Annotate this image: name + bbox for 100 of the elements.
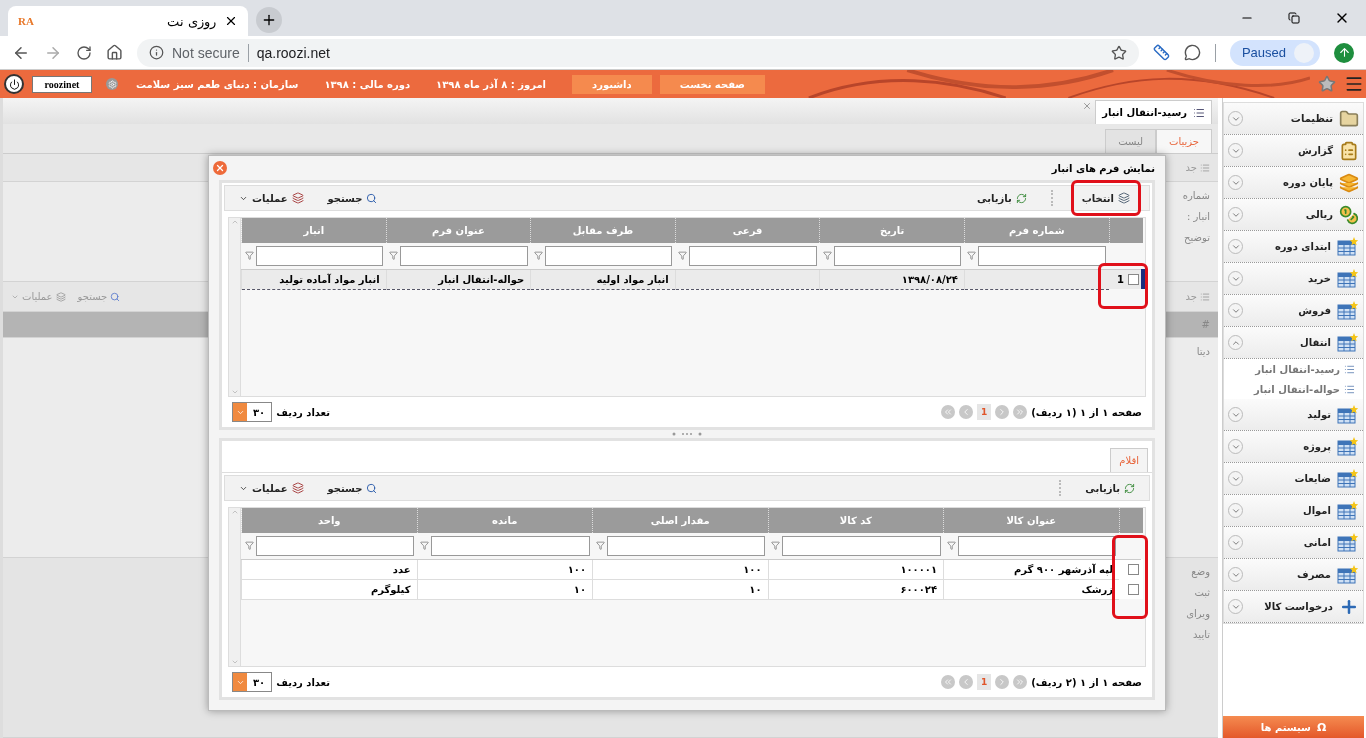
filter-icon[interactable] [533, 251, 543, 261]
plus-icon [261, 12, 277, 28]
menu-item[interactable]: تولید [1224, 399, 1363, 431]
menu-item[interactable]: ضایعات [1224, 463, 1363, 495]
menu-icon[interactable] [1344, 74, 1364, 94]
address-bar[interactable]: Not secure qa.roozi.net [137, 38, 1139, 67]
filter-field[interactable] [782, 535, 941, 556]
filter-icon[interactable] [389, 251, 399, 261]
filter-icon[interactable] [678, 251, 688, 261]
filter-icon[interactable] [244, 541, 254, 551]
profile-button[interactable]: Paused [1229, 39, 1320, 66]
filter-field[interactable] [606, 535, 765, 556]
double-chevron-icon [1015, 677, 1026, 687]
filter-icon[interactable] [420, 541, 429, 551]
home-icon[interactable] [106, 44, 123, 61]
close-tab-icon[interactable] [224, 14, 238, 28]
actions-button[interactable]: عملیات [233, 192, 310, 204]
menu-item[interactable]: پایان دوره [1224, 167, 1363, 199]
filter-field[interactable] [400, 245, 528, 266]
menu-item[interactable]: انتقال [1224, 327, 1363, 359]
submenu-item[interactable]: رسید-انتقال انبار [1224, 359, 1363, 379]
bookmark-icon[interactable] [1110, 44, 1127, 61]
menu-item[interactable]: خرید [1224, 263, 1363, 295]
refresh-icon [1124, 482, 1135, 494]
row-checkbox[interactable] [1128, 564, 1139, 575]
first-page-button[interactable] [1013, 675, 1028, 689]
refresh-button[interactable]: بازیابی [1079, 482, 1141, 494]
settings-button[interactable] [106, 78, 118, 90]
refresh-button[interactable]: بازیابی [971, 192, 1033, 204]
menu-item[interactable]: مصرف [1224, 559, 1363, 591]
search-button[interactable]: جستجو [321, 192, 384, 204]
first-page-button[interactable] [1013, 405, 1028, 419]
power-button[interactable] [4, 74, 24, 94]
row-checkbox[interactable] [1128, 274, 1139, 285]
filter-field[interactable] [431, 535, 590, 556]
previous-page-button[interactable] [995, 405, 1010, 419]
filter-icon[interactable] [967, 251, 977, 261]
menu-item[interactable]: پروژه [1224, 431, 1363, 463]
filter-icon[interactable] [244, 251, 254, 261]
row-number: 1 [1117, 273, 1124, 285]
favorites-icon[interactable] [1318, 75, 1336, 93]
select-button[interactable]: انتخاب [1075, 192, 1136, 204]
menu-item[interactable]: درخواست کالا [1224, 591, 1363, 623]
filter-field[interactable] [833, 245, 962, 266]
page-size-dropdown[interactable]: ۳۰ [232, 402, 273, 422]
menu-item[interactable]: فروش [1224, 295, 1363, 327]
table-icon [1337, 500, 1359, 521]
submenu-item[interactable]: حواله-انتقال انبار [1224, 379, 1363, 399]
scroll-down-icon[interactable] [230, 658, 239, 666]
filter-icon[interactable] [946, 541, 956, 551]
previous-page-button[interactable] [995, 675, 1010, 689]
table-row[interactable]: زرشک ۶۰۰۰۲۴ ۱۰ ۱۰ کیلوگرم [241, 579, 1143, 599]
filter-icon[interactable] [595, 541, 605, 551]
last-page-button[interactable] [941, 675, 956, 689]
next-page-button[interactable] [959, 405, 974, 419]
splitter-handle[interactable] [672, 432, 702, 436]
scroll-up-icon[interactable] [230, 218, 239, 226]
restore-icon[interactable] [1288, 12, 1300, 24]
scroll-down-icon[interactable] [230, 388, 239, 396]
extension-icon[interactable] [1152, 44, 1170, 61]
next-page-button[interactable] [959, 675, 974, 689]
filter-field[interactable] [255, 535, 414, 556]
update-button[interactable] [1334, 42, 1354, 63]
filter-icon[interactable] [771, 541, 780, 551]
stack-icon [1339, 172, 1359, 193]
column-header: انبار [241, 218, 387, 243]
expand-icon [1228, 503, 1243, 518]
clipboard-icon [1339, 140, 1359, 161]
menu-item[interactable]: گزارش [1224, 135, 1363, 167]
actions-icon [291, 192, 304, 204]
user-field: roozinet [32, 75, 92, 93]
actions-button[interactable]: عملیات [233, 482, 310, 494]
filter-field[interactable] [978, 245, 1106, 266]
table-row[interactable]: لپه آذرشهر ۹۰۰ گرم ۱۰۰۰۰۱ ۱۰۰ ۱۰۰ عدد [241, 559, 1143, 579]
highlight-frame [1098, 263, 1148, 309]
reload-icon[interactable] [76, 44, 92, 61]
filter-field[interactable] [255, 245, 384, 266]
table-cell: ۱۰ [749, 583, 762, 595]
extension-icon[interactable] [1183, 44, 1201, 61]
menu-item[interactable]: تنظیمات [1224, 103, 1363, 135]
menu-item[interactable]: امانی [1224, 527, 1363, 559]
menu-item[interactable]: ابتدای دوره [1224, 231, 1363, 263]
filter-icon[interactable] [822, 251, 832, 261]
search-button[interactable]: جستجو [321, 482, 384, 494]
last-page-button[interactable] [941, 405, 956, 419]
expand-icon [1228, 567, 1243, 582]
collapse-icon [1228, 335, 1243, 350]
scroll-up-icon[interactable] [230, 508, 239, 516]
close-button[interactable] [213, 161, 227, 175]
menu-item[interactable]: اموال [1224, 495, 1363, 527]
filter-field[interactable] [957, 535, 1116, 556]
menu-item[interactable]: ریالی [1224, 199, 1363, 231]
list-icon [1200, 291, 1210, 302]
new-tab-button[interactable] [256, 7, 282, 33]
table-cell: انبار مواد اولیه [596, 273, 669, 285]
page-size-dropdown[interactable]: ۳۰ [232, 672, 273, 692]
filter-field[interactable] [689, 245, 817, 266]
security-label: Not secure [172, 44, 240, 61]
row-checkbox[interactable] [1128, 583, 1139, 595]
filter-field[interactable] [544, 245, 673, 266]
